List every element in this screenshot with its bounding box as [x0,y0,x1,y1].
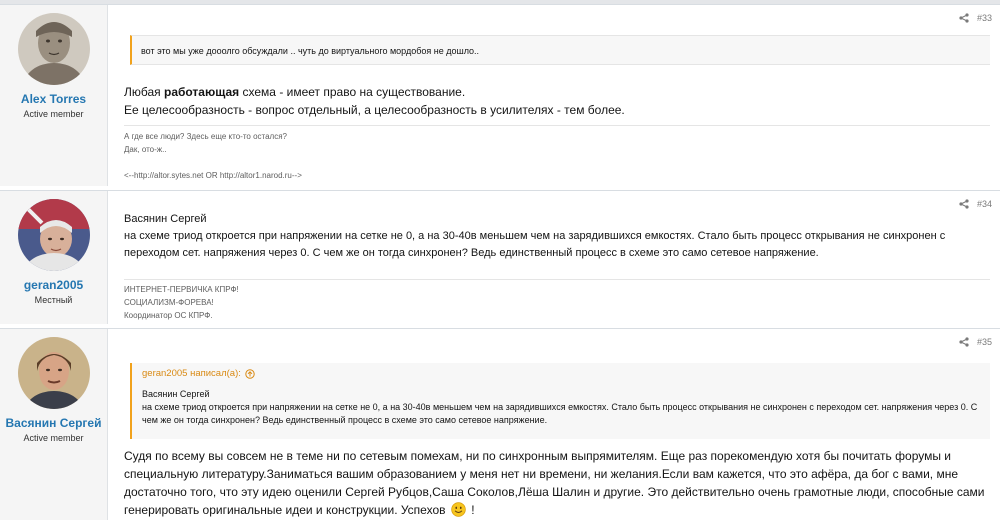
body-text: ! [467,503,475,517]
post-number[interactable]: #35 [977,337,992,347]
share-icon[interactable] [959,13,969,23]
body-bold-text: работающая [163,85,240,99]
signature-line: Дак, ото-ж.. [124,145,167,154]
username[interactable]: geran2005 [0,278,107,292]
signature-line: ИНТЕРНЕТ-ПЕРВИЧКА КПРФ! [124,285,239,294]
body-text: Судя по всему вы совсем не в теме ни по … [124,449,985,517]
post-35: Васянин Сергей Active member #35 geran20… [0,328,1000,520]
user-panel: geran2005 Местный [0,191,108,324]
share-icon[interactable] [959,337,969,347]
username[interactable]: Васянин Сергей [0,416,107,430]
quote-block: geran2005 написал(а): Васянин Сергей на … [130,363,990,439]
arrow-up-circle-icon[interactable] [245,368,255,379]
signature-line: А где все люди? Здесь еще кто-то остался… [124,132,287,141]
user-title: Местный [34,295,73,305]
post-content: #35 geran2005 написал(а): Васянин Сергей… [108,329,1000,520]
share-icon[interactable] [959,199,969,209]
quote-text: вот это мы уже дооолго обсуждали .. чуть… [141,46,480,56]
user-panel: Alex Torres Active member [0,5,108,186]
quote-header[interactable]: geran2005 написал(а): [142,367,980,380]
avatar[interactable] [17,337,90,409]
body-text: Ее целесообразность - вопрос отдельный, … [124,103,625,117]
post-number[interactable]: #33 [977,13,992,23]
quote-text: Васянин Сергей [142,389,210,399]
signature-link[interactable]: <--http://altor.sytes.net OR http://alto… [124,169,990,182]
user-title: Active member [23,433,84,443]
post-33: Alex Torres Active member #33 вот это мы… [0,4,1000,186]
signature: ИНТЕРНЕТ-ПЕРВИЧКА КПРФ! СОЦИАЛИЗМ-ФОРЕВА… [124,279,990,322]
post-body: Любая работающая схема - имеет право на … [124,83,992,119]
post-meta: #33 [959,13,992,23]
signature-line: Координатор ОС КПРФ. [124,311,213,320]
signature: А где все люди? Здесь еще кто-то остался… [124,125,990,182]
user-panel: Васянин Сергей Active member [0,329,108,520]
body-text: Васянин Сергей [124,213,207,225]
signature-line: СОЦИАЛИЗМ-ФОРЕВА! [124,298,214,307]
smile-emoji-icon [451,502,466,517]
post-meta: #35 [959,337,992,347]
user-title: Active member [23,109,84,119]
avatar[interactable] [17,199,90,271]
quote-block: вот это мы уже дооолго обсуждали .. чуть… [130,35,990,65]
body-text: на схеме триод откроется при напряжении … [124,230,946,259]
quote-text: на схеме триод откроется при напряжении … [142,402,978,425]
post-34: geran2005 Местный #34 Васянин Сергей на … [0,190,1000,324]
post-body: Васянин Сергей на схеме триод откроется … [124,211,992,262]
username[interactable]: Alex Torres [0,92,107,106]
post-content: #33 вот это мы уже дооолго обсуждали .. … [108,5,1000,186]
body-text: схема - имеет право на существование. [239,85,466,99]
quote-author[interactable]: geran2005 написал(а): [142,367,241,380]
post-meta: #34 [959,199,992,209]
post-number[interactable]: #34 [977,199,992,209]
post-content: #34 Васянин Сергей на схеме триод открое… [108,191,1000,324]
avatar[interactable] [17,13,90,85]
post-body: Судя по всему вы совсем не в теме ни по … [124,447,992,519]
body-text: Любая [124,85,164,99]
